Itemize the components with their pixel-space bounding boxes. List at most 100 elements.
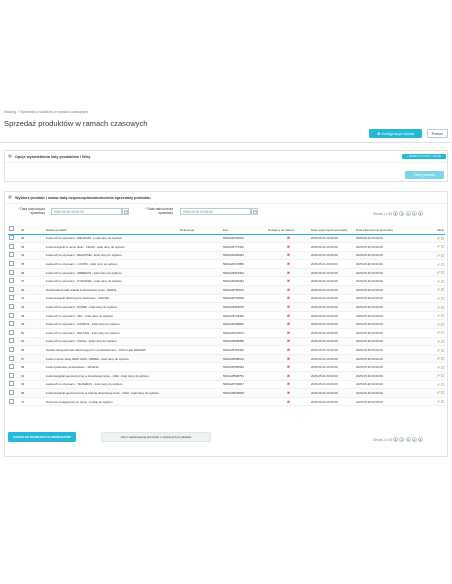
trash-icon[interactable] <box>441 383 444 386</box>
row-checkbox[interactable] <box>9 372 14 378</box>
table-row[interactable]: 57 Łuski w ramie złotej NEW GLIM - GB0BA … <box>8 354 445 364</box>
trash-icon[interactable] <box>441 323 444 326</box>
row-checkbox[interactable] <box>9 381 14 387</box>
row-checkbox[interactable] <box>9 398 14 404</box>
trash-icon[interactable] <box>441 280 444 283</box>
row-select-cell[interactable] <box>8 251 20 261</box>
table-row[interactable]: 73 Dowozca metalgolowa do ramie - Łuskaj … <box>8 397 445 407</box>
edit-icon[interactable] <box>437 237 440 240</box>
row-checkbox[interactable] <box>9 269 14 275</box>
edit-icon[interactable] <box>437 297 440 300</box>
row-checkbox[interactable] <box>9 278 14 284</box>
trash-icon[interactable] <box>441 400 444 404</box>
edit-icon[interactable] <box>437 340 440 343</box>
table-row[interactable]: 66 Łuski designalt geometryczne w czarnej… <box>8 388 445 398</box>
row-checkbox[interactable] <box>9 329 14 335</box>
edit-icon[interactable] <box>437 280 440 283</box>
trash-icon[interactable] <box>441 297 444 300</box>
page-button[interactable]: 5 <box>417 211 423 216</box>
trash-icon[interactable] <box>441 254 444 257</box>
edit-icon[interactable] <box>437 357 440 360</box>
row-select-cell[interactable] <box>8 285 20 295</box>
trash-icon[interactable] <box>441 348 444 352</box>
row-checkbox[interactable] <box>9 243 14 249</box>
trash-icon[interactable] <box>441 374 444 378</box>
row-checkbox[interactable] <box>9 286 14 292</box>
page-button[interactable]: 3 <box>405 437 411 442</box>
table-row[interactable]: 48 Łuski etft ze szponami - VEY - łuski r… <box>8 311 445 321</box>
row-select-cell[interactable] <box>8 345 20 355</box>
row-select-cell[interactable] <box>8 259 20 269</box>
edit-icon[interactable] <box>437 314 440 317</box>
row-select-cell[interactable] <box>8 380 20 390</box>
help-button[interactable]: Pomoc <box>427 129 448 138</box>
edit-icon[interactable] <box>437 271 440 274</box>
edit-icon[interactable] <box>437 254 440 257</box>
row-checkbox[interactable] <box>9 312 14 318</box>
row-select-cell[interactable] <box>8 362 20 372</box>
page-button[interactable]: 1 <box>393 437 399 442</box>
table-row[interactable]: 33 Łuski designalt w ramie 2lekc - FE346 … <box>8 242 445 252</box>
edit-icon[interactable] <box>437 288 440 292</box>
row-checkbox[interactable] <box>9 304 14 310</box>
trash-icon[interactable] <box>441 391 444 395</box>
table-row[interactable]: 35 Łuski etft ze szponami - LUKINS - łusk… <box>8 259 445 269</box>
edit-icon[interactable] <box>437 383 440 386</box>
page-button[interactable]: 2 <box>399 211 405 216</box>
select-all-cell[interactable] <box>8 222 20 235</box>
row-select-cell[interactable] <box>8 234 20 244</box>
row-select-cell[interactable] <box>8 328 20 338</box>
page-button[interactable]: 3 <box>405 211 411 216</box>
table-row[interactable]: 49 Łuski etft ze szponami - KUPROS - łusk… <box>8 319 445 330</box>
module-config-button[interactable]: Konfiguracja modułu <box>369 129 422 138</box>
edit-icon[interactable] <box>437 366 440 369</box>
page-button[interactable]: 1 <box>393 211 399 216</box>
select-all-checkbox[interactable] <box>9 226 14 231</box>
row-checkbox[interactable] <box>9 235 14 241</box>
reset-filters-button[interactable]: + RESETUJ FILTRY / OPCJE <box>402 154 446 159</box>
row-checkbox[interactable] <box>9 389 14 395</box>
edit-icon[interactable] <box>437 331 440 335</box>
table-row[interactable]: 30 Łuski etft ze szponami - Wiki RG45 - Ł… <box>8 234 445 244</box>
row-select-cell[interactable] <box>8 319 20 330</box>
row-checkbox[interactable] <box>9 364 14 370</box>
trash-icon[interactable] <box>441 305 444 309</box>
filter-products-button[interactable]: Filtruj produkty <box>405 171 444 179</box>
page-button[interactable]: 4 <box>411 211 417 216</box>
edit-icon[interactable] <box>437 348 440 352</box>
edit-icon[interactable] <box>437 400 440 403</box>
save-to-selected-button[interactable]: ZAPISZ DO WYBRANYCH PRODUKTÓW <box>8 432 76 442</box>
trash-icon[interactable] <box>441 340 444 343</box>
table-row[interactable]: 37 Łuski etft ze szponami - KYNUESEI - łu… <box>8 276 445 287</box>
edit-icon[interactable] <box>437 262 440 266</box>
row-select-cell[interactable] <box>8 354 20 364</box>
row-select-cell[interactable] <box>8 371 20 381</box>
table-row[interactable]: 50 Łuski etft ze szponami - NELSAW - łusk… <box>8 328 445 338</box>
trash-icon[interactable] <box>441 263 444 266</box>
table-row[interactable]: 58 Łuski dywanowe podswietlane - WILENA 59… <box>8 362 445 372</box>
date-end-calendar-button[interactable] <box>251 208 258 215</box>
table-row[interactable]: 40 Rozwiszana Łuski szatala w drewnianej … <box>8 285 445 295</box>
row-select-cell[interactable] <box>8 268 20 278</box>
table-row[interactable]: 34 Łuski etft ze szponami - BEAUFSEI - łu… <box>8 251 445 261</box>
trash-icon[interactable] <box>441 331 444 335</box>
trash-icon[interactable] <box>441 245 444 249</box>
edit-icon[interactable] <box>437 245 440 249</box>
table-row[interactable]: 36 Łuski etft ze szponami - AMBERAS - łus… <box>8 268 445 278</box>
row-select-cell[interactable] <box>8 276 20 287</box>
trash-icon[interactable] <box>441 288 444 292</box>
remove-scheduled-button[interactable]: Usuń zaplanowaną sprzedaż z wybranych pr… <box>101 432 211 442</box>
date-start-calendar-button[interactable] <box>122 208 129 215</box>
row-checkbox[interactable] <box>9 295 14 301</box>
row-checkbox[interactable] <box>9 321 14 327</box>
row-select-cell[interactable] <box>8 302 20 312</box>
row-select-cell[interactable] <box>8 337 20 347</box>
table-row[interactable]: 41 Łuski designalt dekoracyjne drewniane … <box>8 294 445 304</box>
row-checkbox[interactable] <box>9 252 14 258</box>
row-checkbox[interactable] <box>9 355 14 361</box>
row-checkbox[interactable] <box>9 261 14 267</box>
edit-icon[interactable] <box>437 374 440 377</box>
trash-icon[interactable] <box>441 357 444 361</box>
row-select-cell[interactable] <box>8 397 20 407</box>
row-select-cell[interactable] <box>8 242 20 252</box>
